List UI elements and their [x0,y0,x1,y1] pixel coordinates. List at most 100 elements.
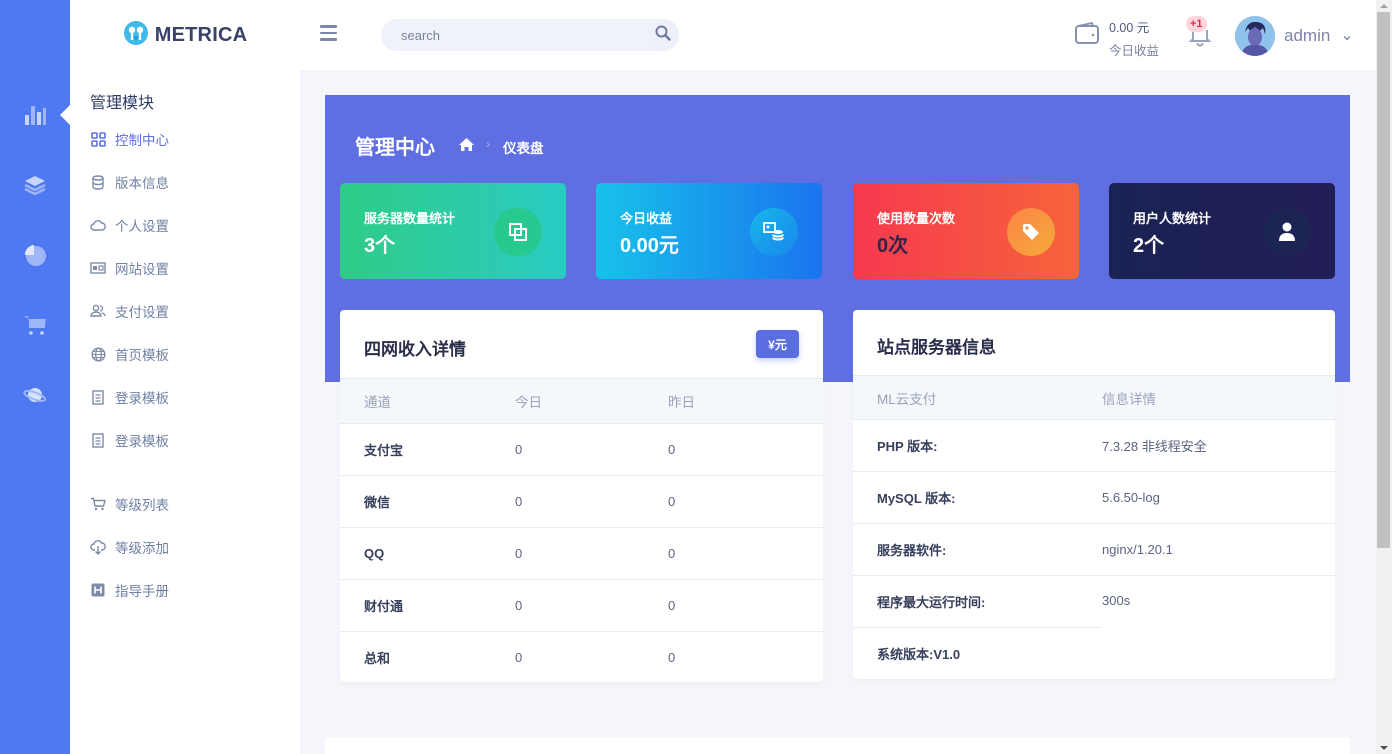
table-row: 总和 0 0 [340,632,823,683]
stat-label: 服务器数量统计 [364,208,455,227]
search-box [381,19,679,51]
menu-item-login-template[interactable]: 登录模板 [90,430,169,450]
document-icon [90,389,106,405]
stat-value: 3个 [364,229,395,258]
menu-item-label: 版本信息 [115,172,169,192]
channel-cell: 总和 [340,632,515,683]
menu-toggle-icon[interactable] [320,25,338,45]
top-bar: 0.00 元 今日收益 +1 admin [300,0,1376,70]
bar-chart-icon[interactable] [22,102,48,128]
user-name[interactable]: admin [1284,26,1330,46]
panel-title: 四网收入详情 [364,335,466,360]
menu-item-payment-settings[interactable]: 支付设置 [90,301,169,321]
today-cell: 0 [515,632,668,683]
info-value: 300s [1102,576,1335,680]
stat-value: 0次 [877,229,908,258]
today-cell: 0 [515,528,668,580]
metrica-logo-icon [123,20,149,51]
menu-item-label: 控制中心 [115,129,169,149]
stat-value: 2个 [1133,229,1164,258]
planet-icon[interactable] [22,382,48,408]
table-row: 支付宝 0 0 [340,424,823,476]
menu-item-level-add[interactable]: 等级添加 [90,537,169,557]
income-table: 通道 今日 昨日 支付宝 0 0 微信 0 0 QQ 0 0 财付通 [340,378,823,682]
search-icon [655,25,671,46]
brand[interactable]: METRICA [70,0,300,70]
user-icon [1263,208,1311,256]
handbook-icon [90,582,106,598]
bottom-panel [325,737,1350,754]
chevron-down-icon[interactable] [1342,30,1352,40]
pie-chart-icon[interactable] [22,242,48,268]
menu-item-label: 等级列表 [115,494,169,514]
column-header: 信息详情 [1102,376,1335,420]
server-info-table: ML云支付 信息详情 PHP 版本: 7.3.28 非线程安全 MySQL 版本… [853,375,1335,679]
globe-icon [90,346,106,362]
menu-item-label: 首页模板 [115,344,169,364]
breadcrumb-current: 仪表盘 [503,137,544,157]
sidebar-menu: 管理模块 控制中心 版本信息 个人设置 网站设置 支付设置 首页模板 登录模板 … [70,70,300,754]
currency-button[interactable]: ¥元 [756,330,799,358]
info-value: nginx/1.20.1 [1102,524,1335,576]
stat-card-today-income: 今日收益 0.00元 [596,183,822,279]
cart-icon [90,496,106,512]
scroll-down-arrow[interactable] [1380,746,1388,750]
stat-label: 今日收益 [620,208,672,227]
money-coins-icon [750,208,798,256]
cloud-download-icon [90,539,106,555]
menu-item-label: 个人设置 [115,215,169,235]
scroll-thumb[interactable] [1377,12,1390,548]
search-input[interactable] [381,19,641,51]
menu-item-personal-settings[interactable]: 个人设置 [90,215,169,235]
column-header: ML云支付 [853,376,1102,420]
wallet-label: 今日收益 [1109,40,1159,59]
yesterday-cell: 0 [668,476,823,528]
stat-card-servers: 服务器数量统计 3个 [340,183,566,279]
scroll-up-arrow[interactable] [1380,4,1388,8]
menu-item-version-info[interactable]: 版本信息 [90,172,169,192]
channel-cell: 支付宝 [340,424,515,476]
column-header: 通道 [340,379,515,424]
table-row: QQ 0 0 [340,528,823,580]
stat-card-usage-count: 使用数量次数 0次 [853,183,1079,279]
stat-label: 用户人数统计 [1133,208,1211,227]
menu-item-label: 等级添加 [115,537,169,557]
icon-rail [0,0,70,754]
server-info-panel: 站点服务器信息 ML云支付 信息详情 PHP 版本: 7.3.28 非线程安全 … [853,310,1335,679]
today-cell: 0 [515,476,668,528]
table-header-row: ML云支付 信息详情 [853,376,1335,420]
info-label: 系统版本:V1.0 [853,628,1102,680]
table-row: 微信 0 0 [340,476,823,528]
menu-item-home-template[interactable]: 首页模板 [90,344,169,364]
table-row: MySQL 版本: 5.6.50-log [853,472,1335,524]
column-header: 昨日 [668,379,823,424]
info-value: 5.6.50-log [1102,472,1335,524]
menu-item-label: 支付设置 [115,301,169,321]
menu-title: 管理模块 [90,89,154,113]
layers-icon[interactable] [22,172,48,198]
info-label: MySQL 版本: [853,472,1102,524]
avatar[interactable] [1235,16,1275,56]
table-row: 程序最大运行时间: 300s [853,576,1335,628]
grid-icon [90,131,106,147]
database-icon [90,174,106,190]
info-label: 服务器软件: [853,524,1102,576]
menu-item-label: 登录模板 [115,430,169,450]
channel-cell: QQ [340,528,515,580]
menu-item-login-template[interactable]: 登录模板 [90,387,169,407]
menu-item-control-center[interactable]: 控制中心 [90,129,169,149]
menu-item-level-list[interactable]: 等级列表 [90,494,169,514]
search-button[interactable] [647,19,679,51]
page-scrollbar[interactable] [1376,0,1392,754]
wallet-amount: 0.00 元 [1109,17,1149,36]
home-icon[interactable] [458,137,475,153]
table-row: 服务器软件: nginx/1.20.1 [853,524,1335,576]
cart-icon[interactable] [22,312,48,338]
info-value: 7.3.28 非线程安全 [1102,420,1335,472]
menu-item-site-settings[interactable]: 网站设置 [90,258,169,278]
table-row: PHP 版本: 7.3.28 非线程安全 [853,420,1335,472]
menu-item-handbook[interactable]: 指导手册 [90,580,169,600]
income-detail-panel: 四网收入详情 ¥元 通道 今日 昨日 支付宝 0 0 微信 0 0 QQ 0 [340,310,823,682]
wallet-icon [1074,22,1100,48]
cloud-icon [90,217,106,233]
